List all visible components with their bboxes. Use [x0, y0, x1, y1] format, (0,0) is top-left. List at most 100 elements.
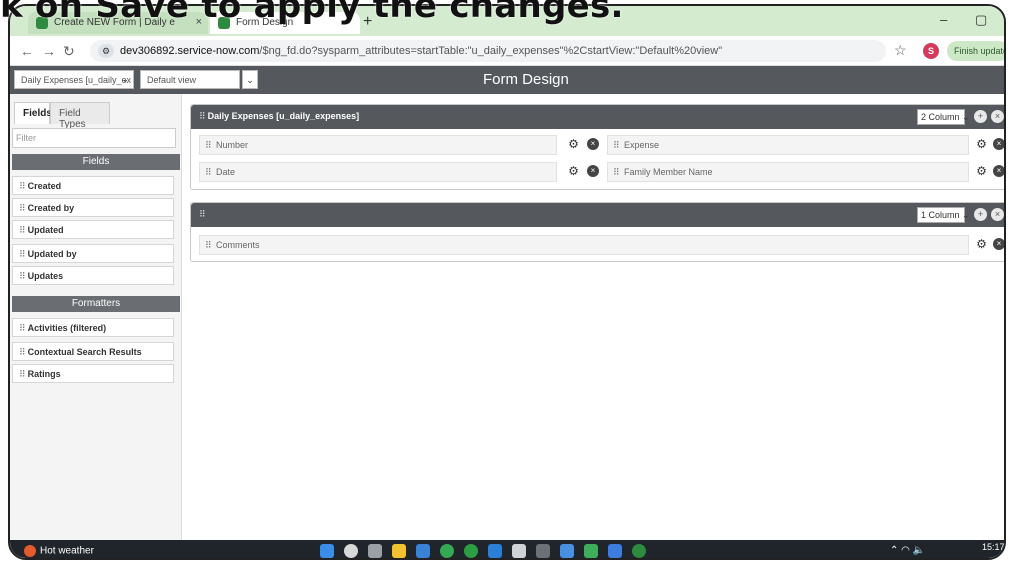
tutorial-caption: k on Save to apply the changes. — [0, 0, 624, 26]
palette-field-updates[interactable]: ⠿ Updates — [12, 266, 174, 285]
fields-section-header: Fields — [12, 154, 180, 170]
section-header: ⠿ 1 Column ⌄ + × — [191, 203, 1004, 227]
minimize-button[interactable]: – — [940, 12, 947, 27]
section-title: ⠿ Daily Expenses [u_daily_expenses] — [199, 111, 359, 122]
drag-handle-icon[interactable]: ⠿ — [205, 167, 212, 178]
tray-icons[interactable]: ⌃ ◠ 🔈 — [890, 545, 925, 556]
notepad-icon[interactable] — [608, 544, 622, 558]
page-title: Form Design — [483, 71, 569, 88]
column-layout-value: 2 Column — [921, 112, 960, 122]
gear-icon[interactable]: ⚙ — [975, 165, 988, 178]
gear-icon[interactable]: ⚙ — [567, 165, 580, 178]
palette-formatter-contextual-search[interactable]: ⠿ Contextual Search Results — [12, 342, 174, 361]
remove-field-icon[interactable]: × — [993, 165, 1004, 177]
chrome-profile-icon[interactable] — [464, 544, 478, 558]
drag-handle-icon[interactable]: ⠿ — [19, 225, 26, 235]
add-section-icon[interactable]: + — [974, 208, 987, 221]
view-select[interactable]: Default view — [140, 70, 240, 89]
remove-field-icon[interactable]: × — [587, 138, 599, 150]
palette-field-updated-by[interactable]: ⠿ Updated by — [12, 244, 174, 263]
start-icon[interactable] — [320, 544, 334, 558]
drag-handle-icon[interactable]: ⠿ — [19, 347, 26, 357]
url-input[interactable]: ⚙ dev306892.service-now.com/$ng_fd.do?sy… — [90, 40, 886, 62]
remove-section-icon[interactable]: × — [991, 208, 1004, 221]
remove-field-icon[interactable]: × — [587, 165, 599, 177]
form-design-header: Daily Expenses [u_daily_ex ⌄ Default vie… — [10, 66, 1004, 94]
finish-update-button[interactable]: Finish update — [947, 41, 1004, 61]
back-arrow-icon[interactable]: ← — [20, 43, 34, 59]
gear-icon[interactable]: ⚙ — [567, 138, 580, 151]
forward-arrow-icon[interactable]: → — [42, 43, 56, 59]
table-select[interactable]: Daily Expenses [u_daily_ex ⌄ — [14, 70, 134, 89]
form-field-number[interactable]: ⠿ Number — [199, 135, 557, 155]
chevron-down-icon: ⌄ — [121, 74, 129, 84]
gear-icon[interactable]: ⚙ — [975, 138, 988, 151]
drag-handle-icon[interactable]: ⠿ — [19, 181, 26, 191]
field-label: Date — [216, 167, 236, 177]
palette-field-created-by[interactable]: ⠿ Created by — [12, 198, 174, 217]
palette-formatter-activities[interactable]: ⠿ Activities (filtered) — [12, 318, 174, 337]
column-layout-value: 1 Column — [921, 210, 960, 220]
remove-section-icon[interactable]: × — [991, 110, 1004, 123]
vscode-icon[interactable] — [488, 544, 502, 558]
screen: k on Save to apply the changes. Create N… — [0, 0, 1009, 563]
url-host: dev306892.service-now.com — [120, 45, 260, 57]
palette-formatter-ratings[interactable]: ⠿ Ratings — [12, 364, 174, 383]
column-layout-select[interactable]: 2 Column ⌄ — [917, 109, 970, 125]
field-label: Created by — [27, 203, 75, 213]
field-label: Number — [216, 140, 249, 150]
chevron-down-icon[interactable]: ⌄ — [242, 70, 258, 89]
drag-handle-icon[interactable]: ⠿ — [613, 140, 620, 151]
bookmark-star-icon[interactable]: ☆ — [894, 42, 907, 59]
browser-window: Create NEW Form | Daily e × Form Design … — [8, 4, 1006, 560]
reload-icon[interactable]: ↻ — [63, 43, 75, 60]
section-title-text: Daily Expenses [u_daily_expenses] — [207, 111, 360, 121]
drag-handle-icon[interactable]: ⠿ — [205, 140, 212, 151]
form-field-date[interactable]: ⠿ Date — [199, 162, 557, 182]
profile-avatar[interactable]: S — [923, 43, 939, 59]
section-title: ⠿ — [199, 209, 208, 220]
remove-field-icon[interactable]: × — [993, 138, 1004, 150]
drag-handle-icon[interactable]: ⠿ — [199, 111, 206, 121]
form-field-comments[interactable]: ⠿ Comments — [199, 235, 969, 255]
gear-icon[interactable]: ⚙ — [975, 238, 988, 251]
drag-handle-icon[interactable]: ⠿ — [199, 209, 206, 219]
tab-fields[interactable]: Fields — [14, 102, 52, 124]
drag-handle-icon[interactable]: ⠿ — [19, 203, 26, 213]
chrome-icon[interactable] — [440, 544, 454, 558]
excel-icon[interactable] — [584, 544, 598, 558]
field-label: Family Member Name — [624, 167, 713, 177]
view-select-value: Default view — [147, 75, 197, 85]
drag-handle-icon[interactable]: ⠿ — [19, 369, 26, 379]
remove-field-icon[interactable]: × — [993, 238, 1004, 250]
weather-widget[interactable]: Hot weather — [24, 545, 94, 557]
weather-icon — [24, 545, 36, 557]
drag-handle-icon[interactable]: ⠿ — [19, 271, 26, 281]
add-section-icon[interactable]: + — [974, 110, 987, 123]
tab-field-types[interactable]: Field Types — [50, 102, 110, 130]
field-label: Expense — [624, 140, 660, 150]
chrome-alt-icon[interactable] — [632, 544, 646, 558]
terminal-icon[interactable] — [536, 544, 550, 558]
task-view-icon[interactable] — [368, 544, 382, 558]
drag-handle-icon[interactable]: ⠿ — [19, 249, 26, 259]
file-explorer-icon[interactable] — [392, 544, 406, 558]
form-field-expense[interactable]: ⠿ Expense — [607, 135, 969, 155]
drag-handle-icon[interactable]: ⠿ — [613, 167, 620, 178]
field-label: Updated by — [27, 249, 77, 259]
drag-handle-icon[interactable]: ⠿ — [205, 240, 212, 251]
form-section-daily-expenses: ⠿ Daily Expenses [u_daily_expenses] 2 Col… — [190, 104, 1004, 190]
formatter-label: Ratings — [27, 369, 61, 379]
palette-field-updated[interactable]: ⠿ Updated — [12, 220, 174, 239]
drag-handle-icon[interactable]: ⠿ — [19, 323, 26, 333]
palette-field-created[interactable]: ⠿ Created — [12, 176, 174, 195]
filter-input[interactable]: Filter — [12, 128, 176, 148]
form-field-family-member-name[interactable]: ⠿ Family Member Name — [607, 162, 969, 182]
app-icon[interactable] — [512, 544, 526, 558]
column-layout-select[interactable]: 1 Column ⌄ — [917, 207, 970, 223]
site-info-icon[interactable]: ⚙ — [98, 44, 114, 58]
search-icon[interactable] — [344, 544, 358, 558]
restore-button[interactable]: ▢ — [975, 12, 987, 28]
photos-icon[interactable] — [560, 544, 574, 558]
store-icon[interactable] — [416, 544, 430, 558]
